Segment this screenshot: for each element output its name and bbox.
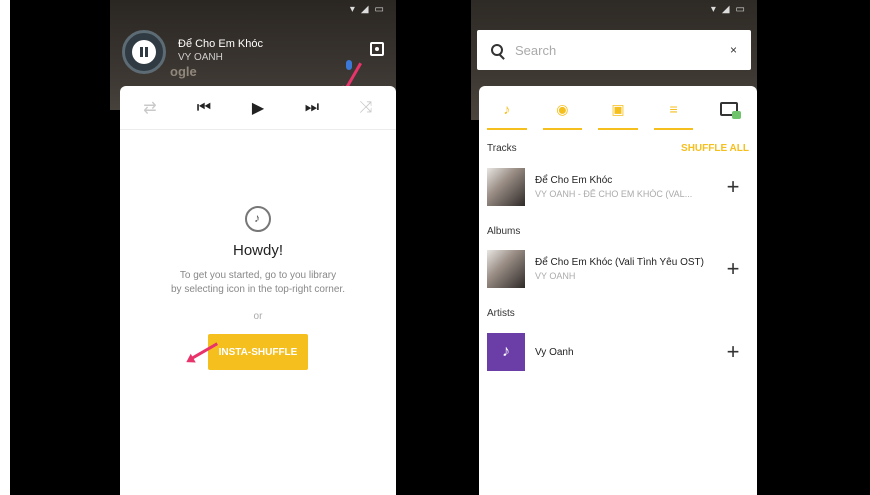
albums-header: Albums [487, 226, 521, 237]
tracks-section-header: Tracks SHUFFLE ALL [487, 143, 749, 154]
status-bar-right: ▾ ◢ ▭ [471, 0, 757, 18]
track-thumbnail [487, 168, 525, 206]
track-subtitle: VY OANH - ĐỂ CHO EM KHÓC (VAL... [535, 189, 693, 199]
empty-hint-line2: by selecting icon in the top-right corne… [171, 284, 345, 295]
track-text: Để Cho Em Khóc VY OANH - ĐỂ CHO EM KHÓC … [535, 175, 721, 199]
repeat-icon[interactable]: ⇄ [138, 96, 162, 120]
artist-thumbnail: ♪ [487, 333, 525, 371]
tab-radio[interactable] [701, 86, 757, 132]
battery-icon: ▭ [735, 4, 745, 15]
tab-playlists[interactable]: ≡ [646, 86, 702, 132]
pause-icon [132, 40, 156, 64]
left-phone-screen: ▾ ◢ ▭ Để Cho Em Khóc VY OANH ogle ⇄ ⏮ ▶ [110, 0, 396, 495]
signal-icon: ◢ [721, 4, 730, 15]
mic-icon [346, 60, 352, 70]
skip-previous-icon[interactable]: ⏮ [192, 96, 216, 120]
close-icon[interactable]: × [730, 43, 737, 57]
artists-section-header: Artists [487, 308, 749, 319]
artist-row[interactable]: ♪ Vy Oanh + [487, 331, 745, 373]
search-icon [491, 44, 503, 56]
note-icon: ♪ [503, 101, 511, 117]
now-playing-artist: VY OANH [178, 52, 223, 63]
library-button[interactable] [370, 42, 384, 56]
album-subtitle: VY OANH [535, 271, 576, 281]
shuffle-all-button[interactable]: SHUFFLE ALL [681, 143, 749, 154]
tab-artists[interactable]: ▣ [590, 86, 646, 132]
album-row[interactable]: Để Cho Em Khóc (Vali Tình Yêu OST) VY OA… [487, 248, 745, 290]
album-text: Để Cho Em Khóc (Vali Tình Yêu OST) VY OA… [535, 257, 721, 281]
library-sheet: ♪ ◉ ▣ ≡ Tracks SHUFFLE ALL Để Cho Em Khó… [479, 86, 757, 495]
track-row[interactable]: Để Cho Em Khóc VY OANH - ĐỂ CHO EM KHÓC … [487, 166, 745, 208]
add-album-button[interactable]: + [721, 256, 745, 282]
tab-tracks[interactable]: ♪ [479, 86, 535, 132]
empty-hint: To get you started, go to you library by… [120, 269, 396, 297]
skip-next-icon[interactable]: ⏭ [300, 96, 324, 120]
playback-controls: ⇄ ⏮ ▶ ⏭ ⤨ [120, 86, 396, 130]
disc-icon: ◉ [556, 100, 569, 117]
empty-heading: Howdy! [232, 242, 284, 259]
wifi-icon: ▾ [710, 4, 716, 15]
music-circle-icon [245, 206, 271, 232]
status-bar: ▾ ◢ ▭ [110, 0, 396, 18]
status-icons: ▾ ◢ ▭ [350, 4, 384, 15]
tracks-header: Tracks [487, 143, 517, 154]
artist-name: Vy Oanh [535, 346, 574, 358]
artists-header: Artists [487, 308, 515, 319]
battery-icon: ▭ [374, 4, 384, 15]
radio-icon [720, 102, 742, 119]
or-divider: or [253, 311, 263, 322]
add-artist-button[interactable]: + [721, 339, 745, 365]
artist-text: Vy Oanh [535, 347, 721, 358]
albums-section-header: Albums [487, 226, 749, 237]
artist-card-icon: ▣ [611, 100, 625, 117]
empty-hint-line1: To get you started, go to you library [179, 270, 337, 281]
insta-shuffle-button[interactable]: INSTA-SHUFFLE [208, 334, 308, 370]
wifi-icon: ▾ [349, 4, 355, 15]
player-sheet: ⇄ ⏮ ▶ ⏭ ⤨ Howdy! To get you started, go … [120, 86, 396, 495]
track-title: Để Cho Em Khóc [535, 175, 613, 186]
note-icon: ♪ [502, 343, 510, 360]
search-bar[interactable]: Search × [477, 30, 751, 70]
signal-icon: ◢ [360, 4, 369, 15]
album-thumbnail [487, 250, 525, 288]
screenshot-stage: ▾ ◢ ▭ Để Cho Em Khóc VY OANH ogle ⇄ ⏮ ▶ [10, 0, 870, 495]
pause-button[interactable] [122, 30, 166, 74]
google-logo-faint: ogle [170, 64, 197, 79]
add-track-button[interactable]: + [721, 174, 745, 200]
empty-state: Howdy! To get you started, go to you lib… [120, 206, 396, 370]
album-title: Để Cho Em Khóc (Vali Tình Yêu OST) [535, 257, 704, 268]
playlist-icon: ≡ [669, 101, 678, 117]
library-tabs: ♪ ◉ ▣ ≡ [479, 86, 757, 132]
shuffle-icon[interactable]: ⤨ [354, 96, 378, 120]
search-input[interactable]: Search [515, 43, 730, 58]
tab-albums[interactable]: ◉ [535, 86, 591, 132]
right-phone-screen: ▾ ◢ ▭ Search × ♪ ◉ ▣ ≡ Tracks SHUFFLE AL… [471, 0, 757, 495]
status-icons-right: ▾ ◢ ▭ [711, 4, 745, 15]
play-icon[interactable]: ▶ [246, 96, 270, 120]
now-playing-title: Để Cho Em Khóc [178, 38, 263, 50]
